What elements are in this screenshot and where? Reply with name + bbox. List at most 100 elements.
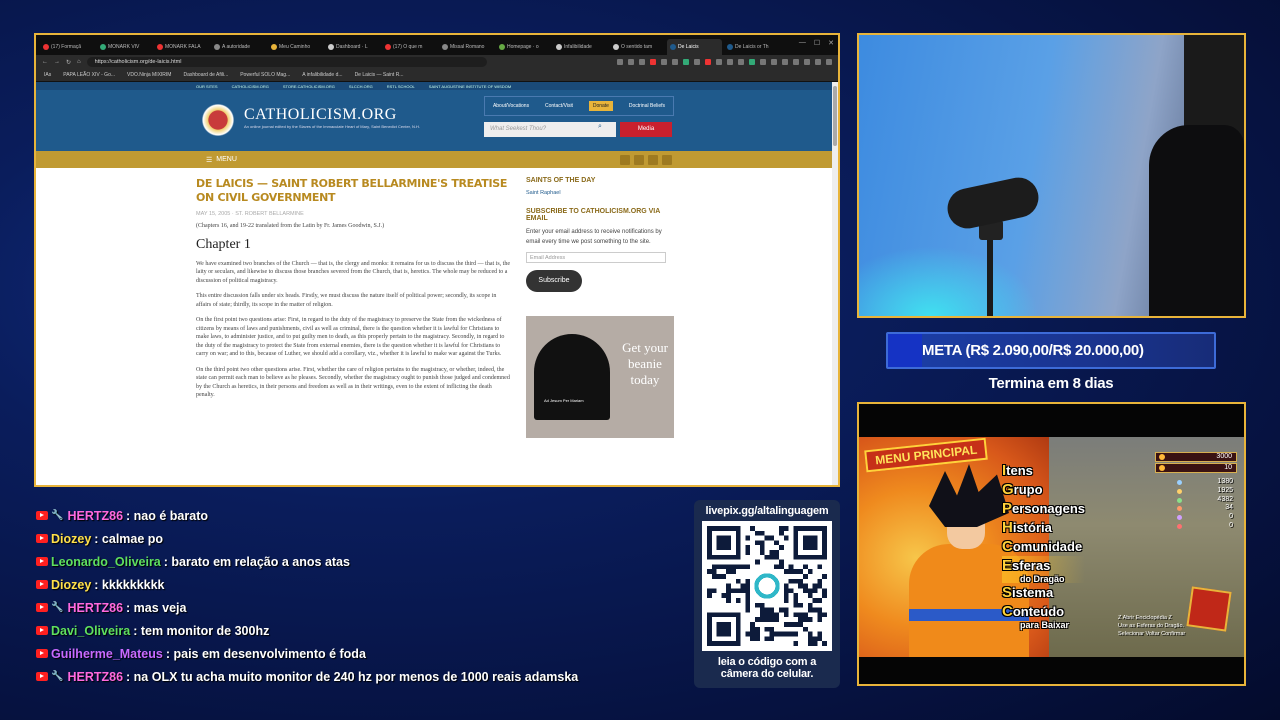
extension-icon[interactable] — [694, 59, 700, 65]
flickr-icon[interactable] — [662, 155, 672, 165]
extension-icon[interactable] — [661, 59, 667, 65]
chat-message: Diozey: calmae po — [36, 527, 686, 550]
browser-tab[interactable]: Infalibilidade — [553, 39, 608, 55]
facebook-icon[interactable] — [620, 155, 630, 165]
game-menu-item[interactable]: Sistema — [1002, 583, 1085, 602]
game-menu-item[interactable]: Comunidade — [1002, 537, 1085, 556]
game-menu-item[interactable]: Itens — [1002, 461, 1085, 480]
chat-message: 🔧 HERTZ86: na OLX tu acha muito monitor d… — [36, 665, 686, 688]
url-input[interactable]: https://catholicism.org/de-laicis.html — [86, 57, 487, 67]
subscribe-button[interactable]: Subscribe — [526, 270, 582, 292]
extension-icon[interactable] — [793, 59, 799, 65]
chat-username: Leonardo_Oliveira — [51, 554, 161, 569]
back-icon[interactable]: ← — [42, 59, 48, 65]
extension-icon[interactable] — [804, 59, 810, 65]
twitter-icon[interactable] — [634, 155, 644, 165]
extension-icon[interactable] — [738, 59, 744, 65]
tab-favicon-icon — [499, 44, 505, 50]
game-menu-item[interactable]: Esferas do Dragão — [1002, 556, 1085, 584]
media-button[interactable]: Media — [620, 122, 672, 137]
extension-icon[interactable] — [628, 59, 634, 65]
chat-text: : pais em desenvolvimento é foda — [165, 646, 366, 661]
browser-tab[interactable]: MONARK VIV — [97, 39, 152, 55]
chat-text: : barato em relação a anos atas — [163, 554, 350, 569]
site-logo-text[interactable]: CATHOLICISM.ORG — [244, 106, 397, 124]
browser-tab[interactable]: Homepage · o — [496, 39, 551, 55]
home-icon[interactable]: ⌂ — [77, 59, 81, 65]
bookmark-item[interactable]: A infalibilidade d... — [302, 72, 342, 78]
forward-icon[interactable]: → — [54, 59, 60, 65]
saint-link[interactable]: Saint Raphael — [526, 190, 676, 196]
donation-goal-bar: META (R$ 2.090,00/R$ 20.000,00) — [886, 332, 1216, 369]
browser-tab[interactable]: (17) O que m — [382, 39, 437, 55]
email-field[interactable]: Email Address — [526, 252, 666, 263]
extension-icon[interactable] — [782, 59, 788, 65]
site-top-link[interactable]: OUR SITES — [196, 84, 218, 89]
browser-tab-bar: (17) Formaçã MONARK VIV MONARK FALA A autor… — [36, 35, 838, 55]
extension-icon[interactable] — [672, 59, 678, 65]
site-top-link[interactable]: SLCCH.ORG — [349, 84, 373, 89]
scrollbar-thumb[interactable] — [833, 86, 837, 146]
extension-icon[interactable] — [683, 59, 689, 65]
extension-icon[interactable] — [760, 59, 766, 65]
nav-about[interactable]: About/Vocations — [493, 103, 529, 109]
browser-tab[interactable]: MONARK FALA — [154, 39, 209, 55]
extension-icon[interactable] — [727, 59, 733, 65]
browser-tab[interactable]: De Laicis or Th — [724, 39, 779, 55]
game-menu-item[interactable]: Conteúdo para Baixar — [1002, 602, 1085, 630]
extension-icon[interactable] — [826, 59, 832, 65]
extension-icon[interactable] — [815, 59, 821, 65]
extension-icon[interactable] — [639, 59, 645, 65]
webcam-feed — [857, 33, 1246, 318]
browser-tab[interactable]: A autoridade — [211, 39, 266, 55]
site-top-link[interactable]: RSTL SCHOOL — [387, 84, 415, 89]
nav-contact[interactable]: Contact/Visit — [545, 103, 573, 109]
extension-icon[interactable] — [650, 59, 656, 65]
extension-icon[interactable] — [716, 59, 722, 65]
site-top-link[interactable]: SAINT AUGUSTINE INSTITUTE OF WISDOM — [429, 84, 511, 89]
bookmark-item[interactable]: VDO.Ninja MIXIRIM — [127, 72, 171, 78]
beanie-ad[interactable]: Ad Jesum Per Mariam Get your beanie toda… — [526, 316, 674, 438]
extension-icon[interactable] — [749, 59, 755, 65]
game-menu-item[interactable]: Personagens — [1002, 499, 1085, 518]
maximize-icon[interactable]: ☐ — [814, 39, 820, 47]
youtube-icon — [36, 603, 48, 612]
page-scrollbar[interactable] — [832, 82, 838, 485]
donate-button[interactable]: Donate — [588, 101, 613, 111]
minimize-icon[interactable]: — — [799, 39, 806, 47]
browser-tab[interactable]: Meu Caminho — [268, 39, 323, 55]
browser-tab[interactable]: O sentido tam — [610, 39, 665, 55]
bookmark-item[interactable]: Dashboard de Afili... — [183, 72, 228, 78]
game-letterbox — [859, 657, 1244, 684]
search-icon[interactable]: ⌕ — [588, 123, 612, 136]
game-menu-item[interactable]: Grupo — [1002, 480, 1085, 499]
game-help: Z Abrir Enciclopédia Z Use as Esferas do… — [1118, 614, 1238, 638]
bookmark-item[interactable]: IAs — [44, 72, 51, 78]
site-top-link[interactable]: STORE.CATHOLICISM.ORG — [283, 84, 335, 89]
reload-icon[interactable]: ↻ — [66, 59, 71, 66]
browser-tab[interactable]: (17) Formaçã — [40, 39, 95, 55]
browser-tab[interactable]: De Laicis — [667, 39, 722, 55]
stat-value: 1925 — [1217, 486, 1233, 494]
menu-item-label: tens — [1006, 463, 1033, 478]
extension-icon[interactable] — [705, 59, 711, 65]
extension-icon[interactable] — [617, 59, 623, 65]
site-top-link[interactable]: CATHOLICISM.ORG — [232, 84, 269, 89]
close-icon[interactable]: ✕ — [828, 39, 834, 47]
browser-tab[interactable]: Missal Romano — [439, 39, 494, 55]
hamburger-icon[interactable]: ☰ — [206, 156, 212, 164]
bookmark-item[interactable]: Powerful SOLO Mag... — [240, 72, 290, 78]
stat-orb-icon — [1177, 497, 1182, 503]
site-seal-logo[interactable] — [196, 98, 240, 142]
article-intro: (Chapters 16, and 19-22 translated from … — [196, 223, 385, 229]
help-line: Z Abrir Enciclopédia Z — [1118, 615, 1172, 621]
youtube-icon[interactable] — [648, 155, 658, 165]
extension-icon[interactable] — [771, 59, 777, 65]
bookmark-item[interactable]: De Laicis — Saint R... — [355, 72, 404, 78]
stat-value: 0 — [1229, 513, 1233, 521]
bookmark-item[interactable]: PAPA LEÃO XIV - Go... — [63, 72, 115, 78]
menu-label[interactable]: MENU — [216, 156, 237, 163]
game-menu-item[interactable]: História — [1002, 518, 1085, 537]
browser-tab[interactable]: Dashboard · L — [325, 39, 380, 55]
nav-doctrinal[interactable]: Doctrinal Beliefs — [629, 103, 665, 109]
